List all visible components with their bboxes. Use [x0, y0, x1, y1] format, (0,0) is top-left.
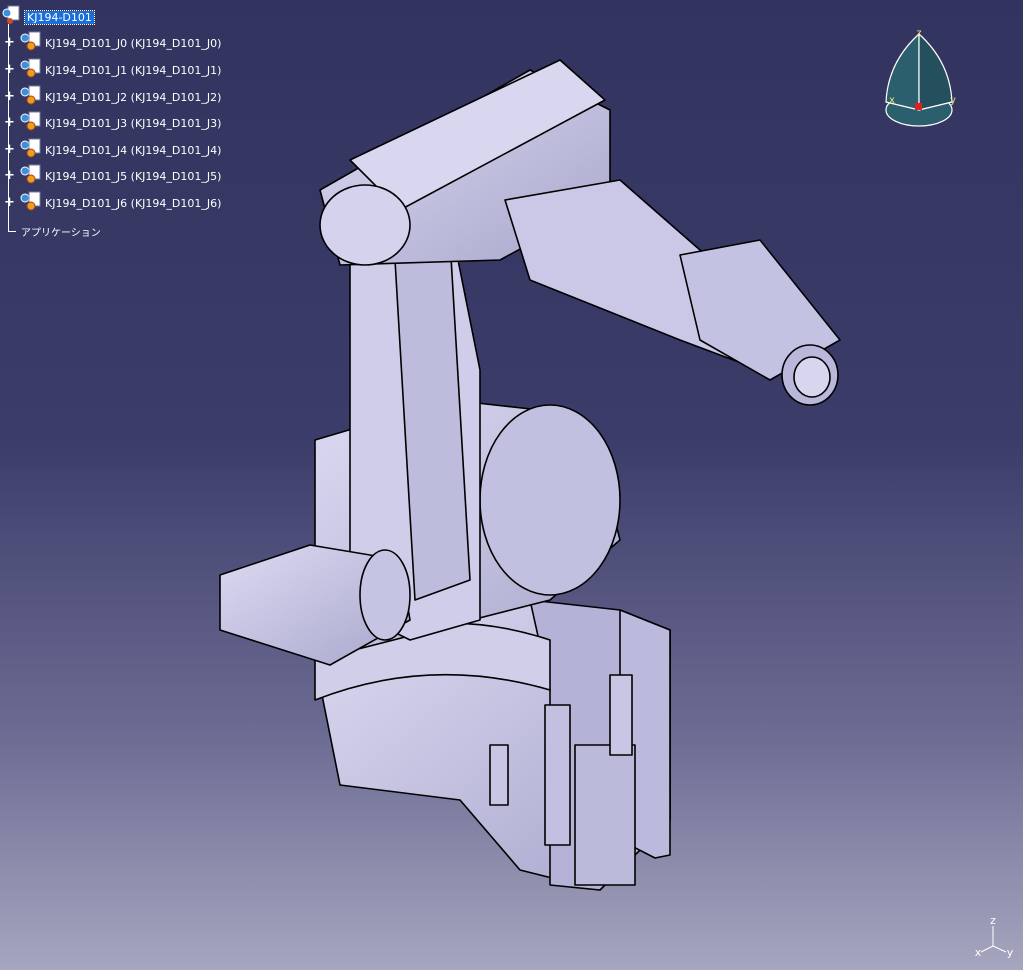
specification-tree: KJ194-D101 + KJ194_D101_J0 (KJ194_D101_J…: [0, 0, 360, 250]
tree-connector-line: [8, 231, 16, 232]
part-icon: [20, 111, 42, 135]
tree-item-j1[interactable]: + KJ194_D101_J1 (KJ194_D101_J1): [4, 58, 221, 82]
applications-label[interactable]: アプリケーション: [21, 224, 101, 239]
compass-widget[interactable]: z x y: [878, 22, 960, 132]
expand-plus-icon[interactable]: +: [4, 143, 15, 156]
tree-item-j2[interactable]: + KJ194_D101_J2 (KJ194_D101_J2): [4, 85, 221, 109]
part-icon: [20, 191, 42, 215]
product-icon: [2, 5, 22, 29]
axis-triad-icon: [980, 926, 1007, 953]
tree-item-label[interactable]: KJ194_D101_J2 (KJ194_D101_J2): [45, 91, 221, 104]
expand-plus-icon[interactable]: +: [4, 116, 15, 129]
tree-item-label[interactable]: KJ194_D101_J0 (KJ194_D101_J0): [45, 37, 221, 50]
tree-applications[interactable]: アプリケーション: [18, 221, 101, 241]
tree-root[interactable]: KJ194-D101: [2, 5, 95, 29]
expand-plus-icon[interactable]: +: [4, 196, 15, 209]
tree-item-label[interactable]: KJ194_D101_J1 (KJ194_D101_J1): [45, 64, 221, 77]
part-icon: [20, 85, 42, 109]
expand-plus-icon[interactable]: +: [4, 63, 15, 76]
compass-z-label: z: [916, 28, 921, 39]
axis-triad: z x y: [975, 914, 1014, 959]
3d-viewport[interactable]: KJ194-D101 + KJ194_D101_J0 (KJ194_D101_J…: [0, 0, 1023, 970]
tree-item-j4[interactable]: + KJ194_D101_J4 (KJ194_D101_J4): [4, 138, 221, 162]
expand-plus-icon[interactable]: +: [4, 169, 15, 182]
part-icon: [20, 31, 42, 55]
compass-icon: [885, 32, 953, 127]
tree-item-j5[interactable]: + KJ194_D101_J5 (KJ194_D101_J5): [4, 164, 221, 188]
tree-item-j0[interactable]: + KJ194_D101_J0 (KJ194_D101_J0): [4, 31, 221, 55]
part-icon: [20, 138, 42, 162]
triad-z-label: z: [990, 914, 996, 927]
triad-y-label: y: [1007, 946, 1014, 959]
tree-item-label[interactable]: KJ194_D101_J4 (KJ194_D101_J4): [45, 144, 221, 157]
part-icon: [20, 58, 42, 82]
part-icon: [20, 164, 42, 188]
triad-x-label: x: [975, 946, 982, 959]
expand-plus-icon[interactable]: +: [4, 90, 15, 103]
tree-item-label[interactable]: KJ194_D101_J5 (KJ194_D101_J5): [45, 170, 221, 183]
tree-root-label[interactable]: KJ194-D101: [24, 9, 95, 25]
tree-item-label[interactable]: KJ194_D101_J3 (KJ194_D101_J3): [45, 117, 221, 130]
tree-item-j6[interactable]: + KJ194_D101_J6 (KJ194_D101_J6): [4, 191, 221, 215]
tree-item-j3[interactable]: + KJ194_D101_J3 (KJ194_D101_J3): [4, 111, 221, 135]
compass-y-label: y: [950, 95, 956, 106]
compass-x-label: x: [889, 95, 895, 106]
tree-item-label[interactable]: KJ194_D101_J6 (KJ194_D101_J6): [45, 197, 221, 210]
expand-plus-icon[interactable]: +: [4, 36, 15, 49]
